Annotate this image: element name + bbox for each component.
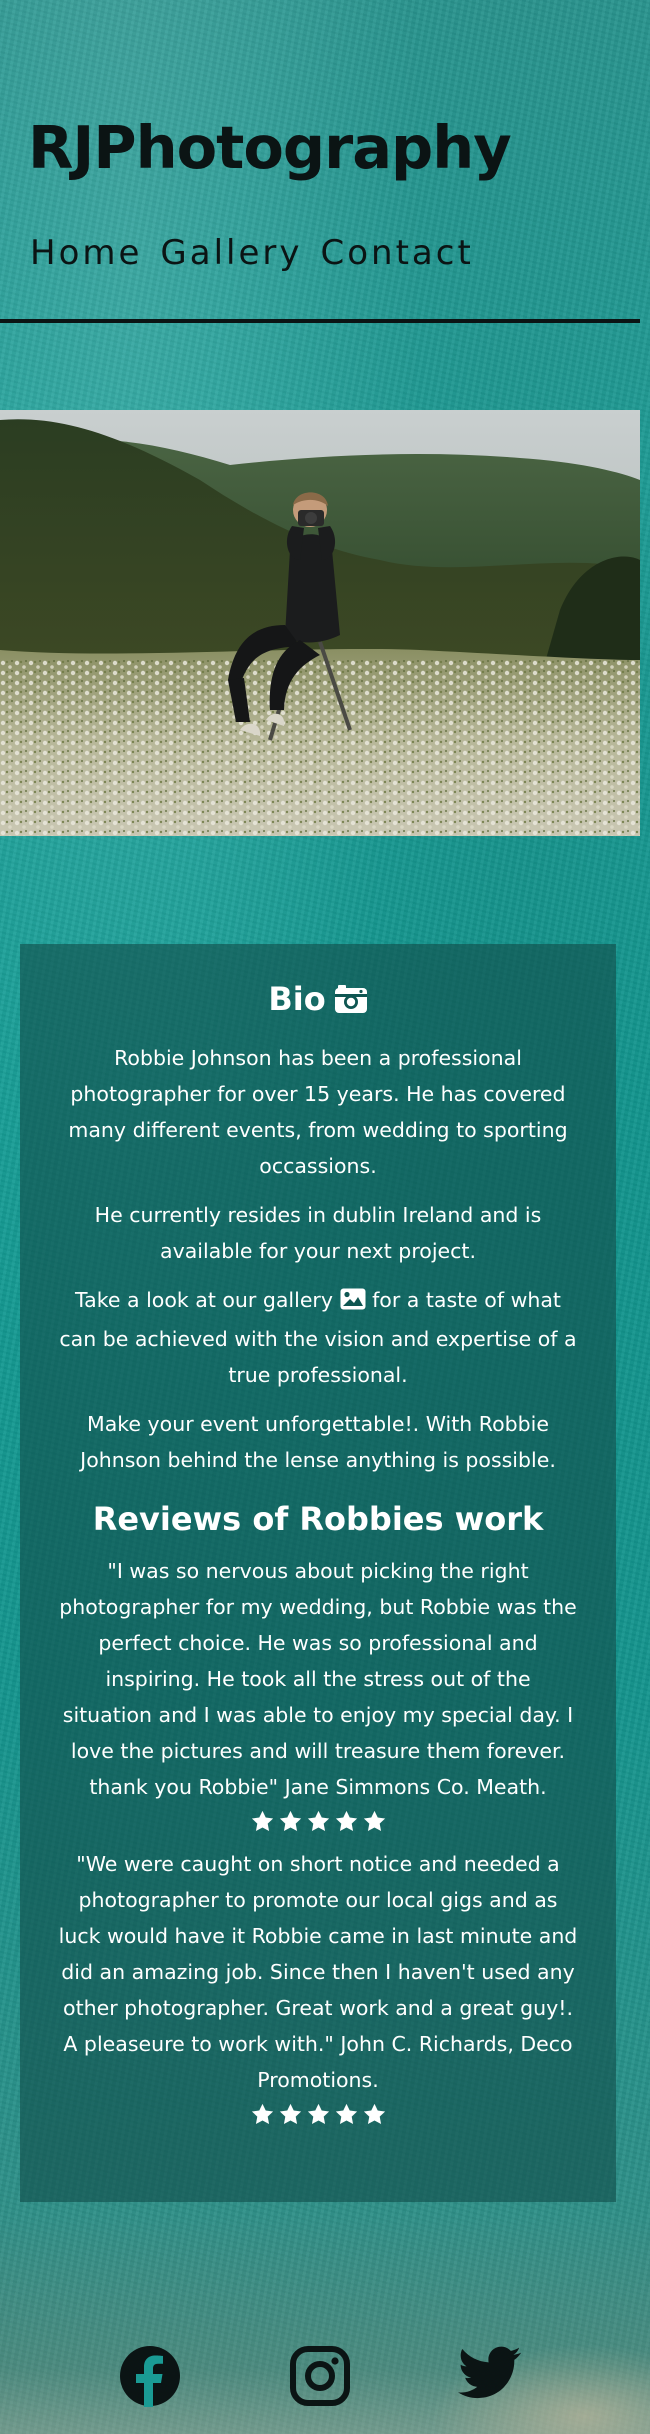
header-divider — [0, 319, 640, 323]
star-icon — [335, 2103, 357, 2124]
star-icon — [279, 1810, 301, 1831]
twitter-link[interactable] — [458, 2345, 521, 2407]
nav-gallery-link[interactable]: Gallery — [160, 236, 302, 270]
star-icon — [307, 2103, 329, 2124]
main-nav: Home Gallery Contact — [30, 236, 474, 270]
star-icon — [251, 2103, 273, 2124]
instagram-link[interactable] — [289, 2345, 351, 2407]
bio-paragraph-3-text-start: Take a look at our gallery — [75, 1288, 333, 1313]
bio-heading: Bio — [58, 980, 578, 1022]
nav-contact-link[interactable]: Contact — [321, 236, 474, 270]
review-item: "I was so nervous about picking the righ… — [58, 1553, 578, 1834]
review-text: "We were caught on short notice and need… — [58, 1851, 578, 2092]
twitter-icon — [458, 2346, 521, 2399]
image-icon[interactable] — [340, 1285, 366, 1321]
review-text: "I was so nervous about picking the righ… — [59, 1558, 577, 1799]
instagram-icon — [290, 2346, 350, 2406]
site-title[interactable]: RJPhotography — [28, 118, 512, 177]
star-icon — [307, 1810, 329, 1831]
star-icon — [335, 1810, 357, 1831]
star-icon — [363, 2103, 385, 2124]
facebook-link[interactable] — [119, 2345, 181, 2407]
star-rating — [58, 2102, 578, 2127]
bio-panel: Bio Robbie Johnson has been a profession… — [20, 944, 616, 2202]
bio-paragraph-2: He currently resides in dublin Ireland a… — [94, 1203, 542, 1264]
hero-image — [0, 410, 640, 836]
facebook-icon — [120, 2346, 180, 2407]
camera-icon — [334, 984, 368, 1022]
star-icon — [363, 1810, 385, 1831]
reviews-heading: Reviews of Robbies work — [92, 1500, 544, 1539]
bio-heading-text: Bio — [268, 980, 326, 1018]
bio-paragraph-4: Make your event unforgettable!. With Rob… — [80, 1412, 556, 1473]
nav-home-link[interactable]: Home — [30, 236, 142, 270]
star-rating — [58, 1809, 578, 1834]
review-item: "We were caught on short notice and need… — [58, 1846, 578, 2127]
bio-paragraph-1: Robbie Johnson has been a professional p… — [68, 1046, 568, 1179]
star-icon — [279, 2103, 301, 2124]
star-icon — [251, 1810, 273, 1831]
hero-photo — [0, 410, 640, 836]
bio-paragraph-3: Take a look at our gallery for a taste o… — [58, 1282, 578, 1393]
social-links — [0, 2345, 640, 2415]
